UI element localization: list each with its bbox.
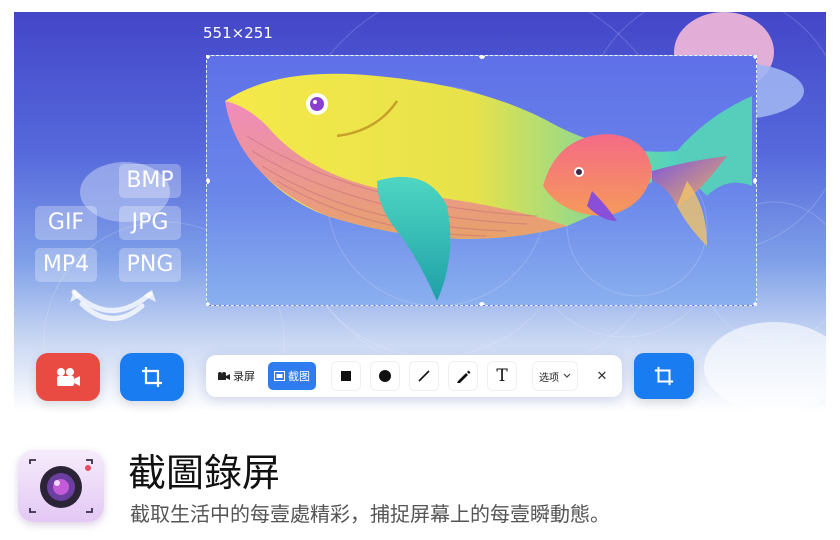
convert-arrows-icon bbox=[70, 289, 156, 321]
capture-selection-area[interactable] bbox=[206, 55, 757, 306]
selection-size-label: 551×251 bbox=[203, 24, 273, 42]
text-tool-button[interactable]: T bbox=[488, 362, 516, 390]
close-icon: ✕ bbox=[596, 368, 608, 384]
text-icon: T bbox=[496, 366, 508, 386]
format-tag-gif: GIF bbox=[35, 206, 97, 240]
record-mode-button[interactable] bbox=[36, 353, 100, 401]
line-tool-button[interactable] bbox=[410, 362, 438, 390]
tab-capture[interactable]: 截图 bbox=[268, 362, 316, 390]
tab-record[interactable]: 录屏 bbox=[216, 362, 256, 390]
options-dropdown[interactable]: 选项 bbox=[533, 362, 577, 390]
tab-record-label: 录屏 bbox=[233, 370, 255, 383]
app-subtitle: 截取生活中的每壹處精彩，捕捉屏幕上的每壹瞬動態。 bbox=[130, 502, 610, 526]
ellipse-icon bbox=[379, 370, 391, 382]
chevron-down-icon bbox=[563, 373, 571, 378]
whale-illustration bbox=[225, 73, 752, 305]
resize-handle-e[interactable] bbox=[753, 178, 756, 184]
rectangle-tool-button[interactable] bbox=[332, 362, 360, 390]
resize-handle-s[interactable] bbox=[479, 302, 485, 305]
format-tag-png: PNG bbox=[119, 248, 181, 282]
resize-handle-se[interactable] bbox=[753, 302, 756, 305]
format-tag-jpg: JPG bbox=[119, 206, 181, 240]
app-logo bbox=[18, 450, 104, 522]
close-button[interactable]: ✕ bbox=[589, 362, 615, 390]
screenshot-icon bbox=[274, 371, 285, 381]
capture-mode-button[interactable] bbox=[120, 353, 184, 401]
rectangle-icon bbox=[341, 371, 351, 381]
video-camera-icon bbox=[218, 372, 230, 380]
camera-icon bbox=[29, 459, 93, 513]
capture-toolbar: 录屏 截图 T 选项 ✕ bbox=[206, 355, 622, 397]
crop-icon bbox=[654, 366, 674, 386]
format-tag-mp4: MP4 bbox=[35, 248, 97, 282]
line-icon bbox=[418, 370, 430, 382]
format-tag-bmp: BMP bbox=[119, 164, 181, 198]
app-title: 截圖錄屏 bbox=[128, 451, 281, 495]
tab-capture-label: 截图 bbox=[288, 370, 310, 383]
ellipse-tool-button[interactable] bbox=[371, 362, 399, 390]
video-camera-icon bbox=[57, 368, 80, 386]
resize-handle-sw[interactable] bbox=[207, 302, 210, 305]
resize-handle-ne[interactable] bbox=[753, 56, 756, 59]
pen-tool-button[interactable] bbox=[449, 362, 477, 390]
crop-icon bbox=[142, 367, 162, 387]
pen-icon bbox=[457, 370, 471, 383]
options-label: 选项 bbox=[539, 372, 559, 384]
confirm-capture-button[interactable] bbox=[634, 353, 694, 399]
